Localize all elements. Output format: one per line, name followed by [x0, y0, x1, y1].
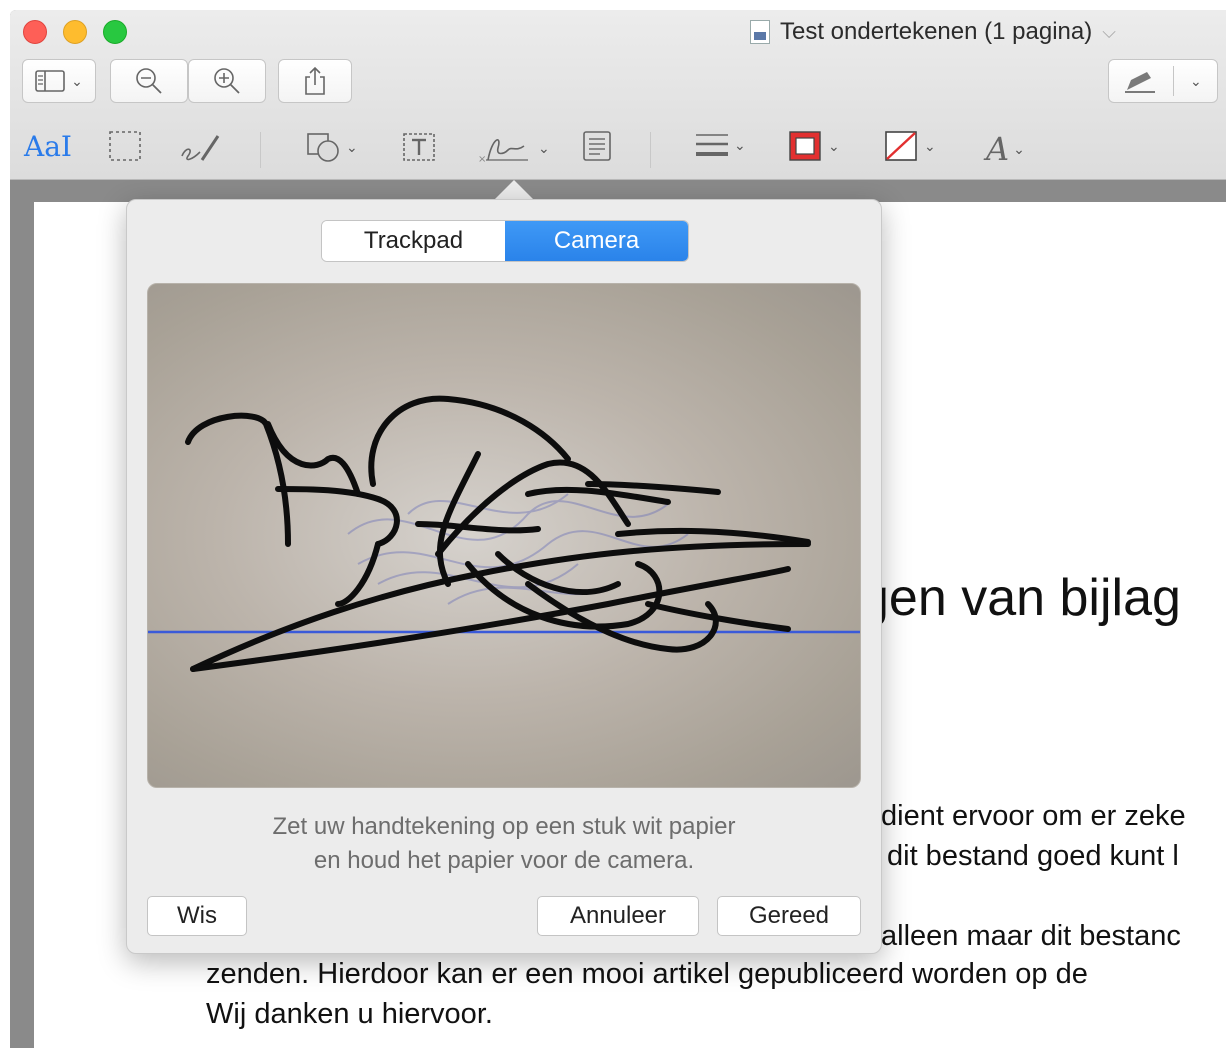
captured-signature-image: [148, 395, 860, 672]
text-selection-tool[interactable]: AaI: [24, 130, 72, 163]
border-color-tool[interactable]: ⌄: [788, 130, 840, 162]
close-window-button[interactable]: [23, 20, 47, 44]
text-selection-label: AaI: [24, 130, 72, 163]
popover-arrow: [494, 180, 534, 200]
zoom-out-button[interactable]: [110, 59, 188, 103]
tab-camera[interactable]: Camera: [505, 221, 688, 261]
document-text-line: Wij danken u hiervoor.: [206, 998, 493, 1030]
window-title[interactable]: Test ondertekenen (1 pagina) ⌵: [750, 18, 1116, 46]
share-button[interactable]: [278, 59, 352, 103]
signature-icon: ×: [478, 139, 528, 165]
fill-color-icon: [885, 131, 917, 161]
text-style-tool[interactable]: A ⌄: [986, 130, 1025, 168]
svg-text:×: ×: [478, 154, 486, 165]
signature-tool[interactable]: × ⌄: [478, 130, 550, 166]
zoom-in-icon: [214, 68, 240, 94]
done-button[interactable]: Gereed: [717, 896, 861, 936]
chevron-down-icon: ⌄: [924, 137, 936, 154]
note-icon: [583, 131, 611, 161]
document-icon: [750, 20, 770, 44]
fullscreen-window-button[interactable]: [103, 20, 127, 44]
instruction-line: en houd het papier voor de camera.: [313, 847, 695, 874]
window-title-text: Test ondertekenen (1 pagina): [780, 18, 1093, 45]
note-tool[interactable]: [582, 130, 612, 162]
sidebar-icon: [35, 70, 65, 92]
chevron-down-icon: ⌄: [71, 72, 83, 89]
document-text-line: alleen maar dit bestanc: [881, 920, 1181, 952]
tab-trackpad[interactable]: Trackpad: [322, 221, 505, 261]
zoom-in-button[interactable]: [188, 59, 266, 103]
fill-color-tool[interactable]: ⌄: [884, 130, 936, 162]
divider: [650, 132, 651, 168]
divider: [1173, 66, 1174, 96]
share-icon: [305, 66, 325, 95]
line-style-icon: [696, 134, 728, 156]
shapes-icon: [307, 133, 339, 162]
sidebar-view-button[interactable]: ⌄: [22, 59, 96, 103]
chevron-down-icon: ⌄: [1013, 140, 1025, 157]
instruction-line: Zet uw handtekening op een stuk wit papi…: [272, 813, 736, 840]
shapes-tool[interactable]: ⌄: [306, 130, 358, 164]
document-text-line: dient ervoor om er zeke: [881, 800, 1186, 832]
document-text-line: zenden. Hierdoor kan er een mooi artikel…: [206, 958, 1088, 990]
chevron-down-icon: ⌄: [828, 137, 840, 154]
signature-source-segmented-control[interactable]: Trackpad Camera: [321, 220, 689, 262]
markup-toolbar-button[interactable]: ⌄: [1108, 59, 1218, 103]
document-heading: gen van bijlag: [860, 569, 1181, 627]
text-box-icon: [403, 133, 435, 161]
rectangular-selection-tool[interactable]: [108, 130, 142, 162]
document-text-line: dit bestand goed kunt l: [887, 840, 1179, 872]
chevron-down-icon: ⌄: [346, 138, 358, 155]
chevron-down-icon: ⌄: [1190, 72, 1202, 89]
signature-instructions: Zet uw handtekening op een stuk wit papi…: [127, 810, 881, 878]
divider: [260, 132, 261, 168]
minimize-window-button[interactable]: [63, 20, 87, 44]
chevron-down-icon: ⌄: [734, 136, 746, 153]
zoom-out-icon: [136, 68, 162, 94]
text-style-icon: A: [986, 130, 1010, 168]
signature-popover: Trackpad Camera Zet uw handtekening op e…: [126, 199, 882, 954]
cancel-button[interactable]: Annuleer: [537, 896, 699, 936]
border-color-icon: [789, 131, 821, 161]
chevron-down-icon: ⌵: [1102, 21, 1116, 42]
line-style-tool[interactable]: ⌄: [694, 130, 746, 160]
title-bar: Test ondertekenen (1 pagina) ⌵ ⌄ ⌄ AaI ⌄…: [10, 10, 1226, 180]
sketch-icon: [181, 135, 220, 161]
camera-preview: [147, 283, 861, 788]
selection-rectangle-icon: [109, 131, 141, 161]
chevron-down-icon: ⌄: [538, 139, 550, 156]
sketch-tool[interactable]: [178, 130, 220, 164]
clear-button[interactable]: Wis: [147, 896, 247, 936]
text-box-tool[interactable]: [402, 130, 436, 164]
markup-pen-icon: [1125, 72, 1155, 93]
